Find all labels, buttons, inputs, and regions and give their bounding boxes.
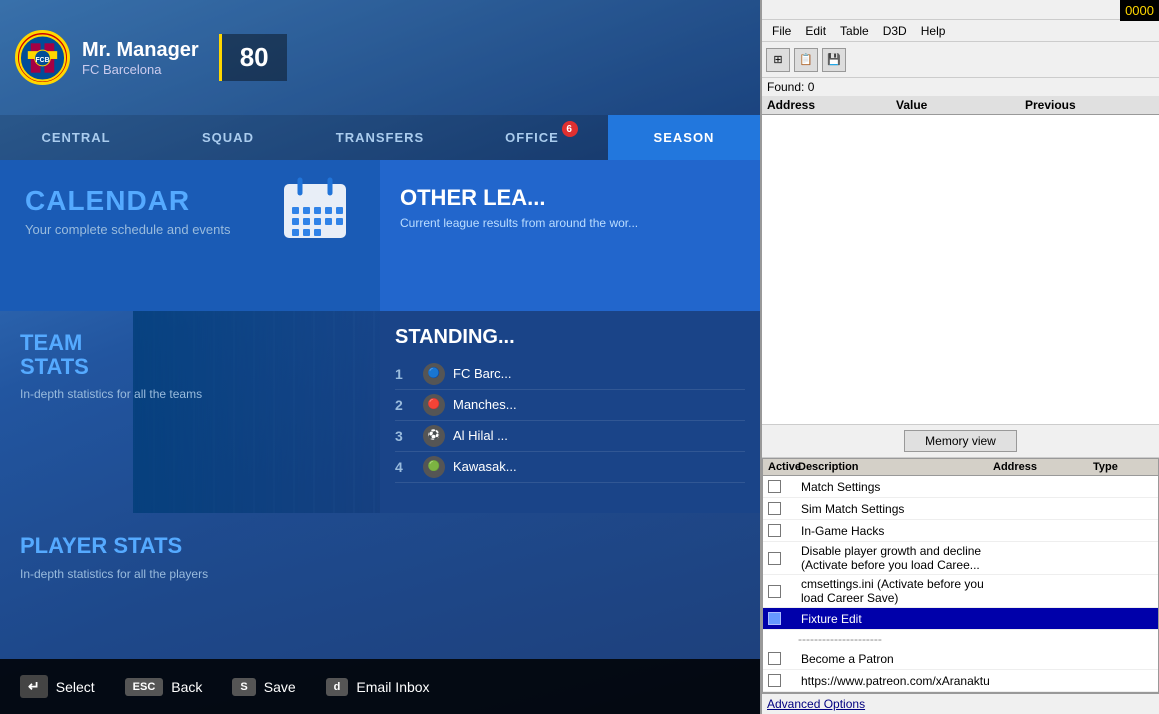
ce-context-header: Active Description Address Type — [763, 459, 1158, 476]
ce-table-header: Address Value Previous — [762, 96, 1159, 115]
other-leagues-desc: Current league results from around the w… — [400, 216, 740, 230]
standing-logo-1: 🔵 — [423, 363, 445, 385]
row-sim-match[interactable]: Sim Match Settings — [763, 498, 1158, 520]
email-key-icon: d — [326, 678, 349, 696]
memory-view-button[interactable]: Memory view — [904, 430, 1017, 452]
menu-file[interactable]: File — [766, 22, 797, 40]
action-save: S Save — [232, 678, 295, 696]
save-label: Save — [264, 679, 296, 695]
club-name: FC Barcelona — [82, 62, 199, 77]
player-stats-desc: In-depth statistics for all the players — [20, 567, 360, 581]
row-ingame-hacks[interactable]: In-Game Hacks — [763, 520, 1158, 542]
club-logo: FCB — [15, 30, 70, 85]
standing-logo-2: 🔴 — [423, 394, 445, 416]
standing-logo-3: ⚽ — [423, 425, 445, 447]
tab-season[interactable]: SEASON — [608, 115, 760, 160]
standing-row-2: 2 🔴 Manches... — [395, 390, 745, 421]
bottom-bar: ↵ Select ESC Back S Save d Email Inbox — [0, 659, 760, 714]
checkbox-hacks[interactable] — [768, 524, 781, 537]
other-leagues-title: OTHER LEA... — [400, 185, 740, 211]
toolbar-btn-1[interactable]: ⊞ — [766, 48, 790, 72]
row-patreon-url[interactable]: https://www.patreon.com/xAranaktu — [763, 670, 1158, 692]
checkbox-growth[interactable] — [768, 552, 781, 565]
main-content: CALENDAR Your complete schedule and even… — [0, 160, 760, 659]
row-disable-growth[interactable]: Disable player growth and decline (Activ… — [763, 542, 1158, 575]
game-header: FCB Mr. Manager FC Barcelona 80 — [0, 0, 760, 115]
checkbox-cmsettings[interactable] — [768, 585, 781, 598]
calendar-panel[interactable]: CALENDAR Your complete schedule and even… — [0, 160, 380, 311]
other-leagues-panel[interactable]: OTHER LEA... Current league results from… — [380, 160, 760, 311]
action-select: ↵ Select — [20, 675, 95, 698]
menu-table[interactable]: Table — [834, 22, 875, 40]
svg-text:FCB: FCB — [35, 56, 49, 63]
back-key-icon: ESC — [125, 678, 164, 696]
office-badge: 6 — [562, 121, 578, 137]
tab-office[interactable]: OFFICE 6 — [456, 115, 608, 160]
ce-address-table — [762, 115, 1159, 425]
standing-row-1: 1 🔵 FC Barc... — [395, 359, 745, 390]
ce-toolbar: ⊞ 📋 💾 — [762, 42, 1159, 78]
ce-found-text: Found: 0 — [762, 78, 1159, 96]
rating-badge: 80 — [219, 34, 287, 81]
team-stats-title: TEAM STATS — [20, 331, 360, 379]
checkbox-sim[interactable] — [768, 502, 781, 515]
toolbar-btn-2[interactable]: 📋 — [794, 48, 818, 72]
action-back: ESC Back — [125, 678, 203, 696]
menu-help[interactable]: Help — [915, 22, 952, 40]
select-label: Select — [56, 679, 95, 695]
separator-row: --------------------- — [763, 630, 1158, 648]
checkbox-patreon[interactable] — [768, 674, 781, 687]
cheat-engine-window: 0000 File Edit Table D3D Help ⊞ 📋 💾 Foun… — [760, 0, 1159, 714]
nav-tabs: CENTRAL SQUAD TRANSFERS OFFICE 6 SEASON — [0, 115, 760, 160]
back-label: Back — [171, 679, 202, 695]
toolbar-btn-3[interactable]: 💾 — [822, 48, 846, 72]
ce-menu-bar: File Edit Table D3D Help — [762, 20, 1159, 42]
player-stats-panel[interactable]: PLAYER STATS In-depth statistics for all… — [0, 513, 380, 659]
tab-squad[interactable]: SQUAD — [152, 115, 304, 160]
team-stats-panel[interactable]: TEAM STATS In-depth statistics for all t… — [0, 311, 380, 514]
select-key-icon: ↵ — [20, 675, 48, 698]
standing-row-4: 4 🟢 Kawasak... — [395, 452, 745, 483]
menu-d3d[interactable]: D3D — [877, 22, 913, 40]
tab-central[interactable]: CENTRAL — [0, 115, 152, 160]
team-stats-desc: In-depth statistics for all the teams — [20, 387, 360, 401]
manager-info: Mr. Manager FC Barcelona — [82, 39, 199, 77]
manager-name: Mr. Manager — [82, 39, 199, 62]
standing-logo-4: 🟢 — [423, 456, 445, 478]
ce-memory-btn-container: Memory view — [762, 425, 1159, 458]
row-patron[interactable]: Become a Patron — [763, 648, 1158, 670]
calendar-icon — [280, 175, 350, 259]
ce-num-display: 0000 — [1120, 0, 1159, 21]
player-stats-title: PLAYER STATS — [20, 533, 360, 559]
advanced-options[interactable]: Advanced Options — [762, 693, 1159, 714]
action-email: d Email Inbox — [326, 678, 430, 696]
menu-edit[interactable]: Edit — [799, 22, 832, 40]
checkbox-patron[interactable] — [768, 652, 781, 665]
ce-context-menu: Active Description Address Type Match Se… — [762, 458, 1159, 693]
checkbox-match[interactable] — [768, 480, 781, 493]
standings-title: STANDING... — [395, 326, 745, 349]
standings-panel: STANDING... 1 🔵 FC Barc... 2 🔴 Manches..… — [380, 311, 760, 514]
checkbox-fixture[interactable] — [768, 612, 781, 625]
row-cmsettings[interactable]: cmsettings.ini (Activate before you load… — [763, 575, 1158, 608]
row-match-settings[interactable]: Match Settings — [763, 476, 1158, 498]
email-label: Email Inbox — [356, 679, 429, 695]
save-key-icon: S — [232, 678, 255, 696]
tab-transfers[interactable]: TRANSFERS — [304, 115, 456, 160]
standing-row-3: 3 ⚽ Al Hilal ... — [395, 421, 745, 452]
row-fixture-edit[interactable]: Fixture Edit — [763, 608, 1158, 630]
game-ui: FCB Mr. Manager FC Barcelona 80 CENTRAL … — [0, 0, 760, 714]
